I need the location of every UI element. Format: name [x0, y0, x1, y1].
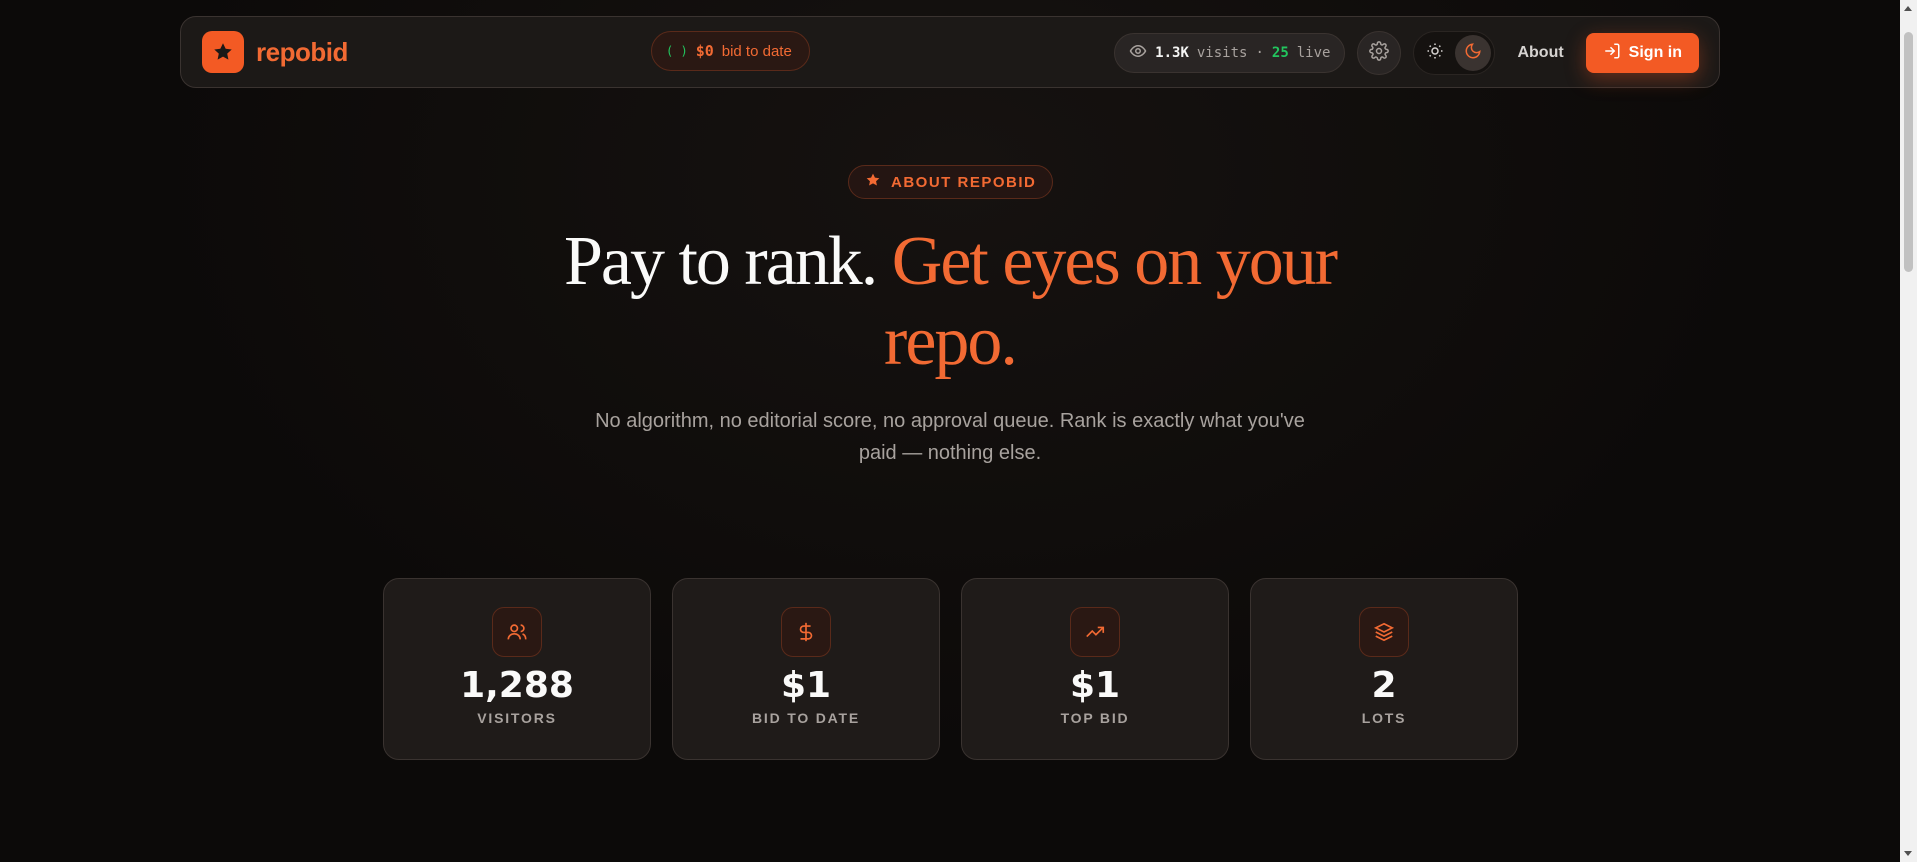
sun-icon [1426, 42, 1444, 65]
star-icon [865, 172, 881, 192]
stat-label: BID TO DATE [752, 710, 860, 726]
dark-theme-button[interactable] [1455, 35, 1492, 71]
bid-to-date-pill: ( ) $0 bid to date [651, 31, 810, 71]
trending-up-icon [1070, 607, 1120, 657]
stat-card-bid-to-date: $1 BID TO DATE [672, 578, 940, 760]
stats-row: 1,288 VISITORS $1 BID TO DATE $1 TOP BID… [383, 578, 1518, 760]
users-icon [492, 607, 542, 657]
top-nav: repobid ( ) $0 bid to date 1.3K visits ·… [180, 16, 1720, 88]
hero-title-part3: repo. [884, 303, 1018, 380]
visits-label: visits [1196, 45, 1248, 61]
hero-subtitle-line2: paid — nothing else. [858, 442, 1042, 464]
moon-icon [1464, 42, 1482, 65]
theme-toggle [1413, 31, 1496, 75]
gear-icon [1369, 40, 1390, 66]
stat-value: 1,288 [460, 665, 574, 706]
page: repobid ( ) $0 bid to date 1.3K visits ·… [0, 0, 1917, 862]
star-logo-icon [202, 31, 244, 73]
hero-title-part1: Pay to rank. [563, 223, 878, 300]
hero-title: Pay to rank. Get eyes on your repo. [0, 222, 1900, 382]
brand[interactable]: repobid [202, 31, 348, 73]
stat-card-visitors: 1,288 VISITORS [383, 578, 651, 760]
badge-label: ABOUT REPOBID [891, 173, 1037, 191]
stat-card-top-bid: $1 TOP BID [961, 578, 1229, 760]
eye-icon [1129, 42, 1147, 64]
log-in-icon [1603, 42, 1621, 65]
hero-subtitle: No algorithm, no editorial score, no app… [0, 405, 1900, 469]
vertical-scrollbar[interactable] [1900, 0, 1917, 862]
live-count: 25 [1271, 45, 1289, 61]
hero-subtitle-line1: No algorithm, no editorial score, no app… [595, 410, 1305, 432]
about-badge: ABOUT REPOBID [848, 165, 1054, 199]
visits-separator: · [1255, 45, 1264, 61]
live-label: live [1296, 45, 1331, 61]
brand-name: repobid [256, 36, 348, 67]
bid-amount: $0 [695, 42, 714, 60]
visits-pill: 1.3K visits · 25 live [1114, 33, 1346, 73]
stat-value: $1 [1069, 665, 1121, 706]
scrollbar-thumb[interactable] [1904, 32, 1913, 272]
stat-label: TOP BID [1060, 710, 1130, 726]
stat-label: LOTS [1361, 710, 1407, 726]
loading-spinner-icon: ( ) [666, 44, 688, 58]
sign-in-label: Sign in [1628, 44, 1682, 61]
stat-value: 2 [1371, 665, 1397, 706]
dollar-icon [781, 607, 831, 657]
scroll-up-arrow-icon[interactable] [1904, 6, 1912, 11]
stat-label: VISITORS [477, 710, 557, 726]
light-theme-button[interactable] [1417, 35, 1453, 71]
scroll-down-arrow-icon[interactable] [1904, 851, 1912, 856]
hero-title-part2: Get eyes on your [891, 223, 1338, 300]
visits-count: 1.3K [1155, 45, 1189, 61]
stat-card-lots: 2 LOTS [1250, 578, 1518, 760]
settings-button[interactable] [1357, 31, 1402, 75]
nav-right-group: 1.3K visits · 25 live About Sign in [1114, 31, 1699, 75]
bid-label: bid to date [721, 42, 792, 60]
layers-icon [1359, 607, 1409, 657]
about-link[interactable]: About [1507, 44, 1573, 62]
sign-in-button[interactable]: Sign in [1585, 33, 1699, 73]
stat-value: $1 [780, 665, 832, 706]
